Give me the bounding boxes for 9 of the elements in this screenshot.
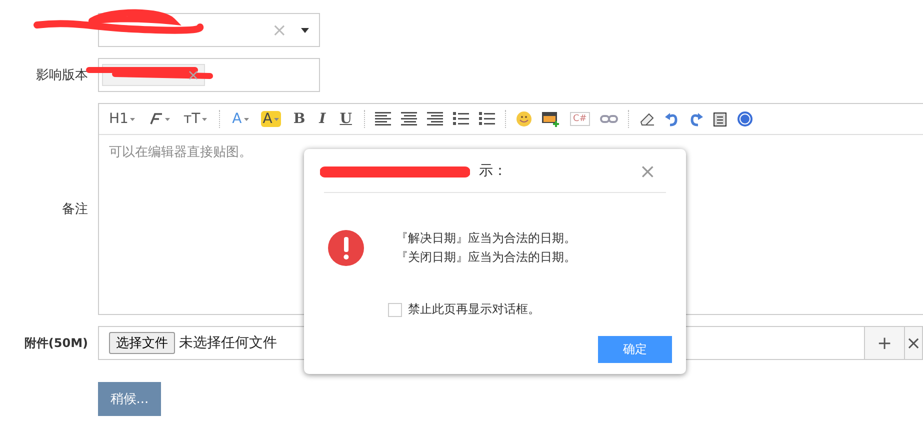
file-status: 未选择任何文件 <box>179 334 277 352</box>
error-message: 『关闭日期』应当为合法的日期。 <box>396 249 576 266</box>
field-label: 备注 <box>61 201 88 218</box>
field-label: 附件(50M) <box>23 334 89 352</box>
editor-placeholder: 可以在编辑器直接贴图。 <box>109 145 252 160</box>
dialog-title: 示： <box>479 162 507 180</box>
error-message: 『解决日期』应当为合法的日期。 <box>396 230 576 247</box>
field-label: 影响版本 <box>35 67 89 84</box>
checkbox-label: 禁止此页再显示对话框。 <box>408 301 540 318</box>
